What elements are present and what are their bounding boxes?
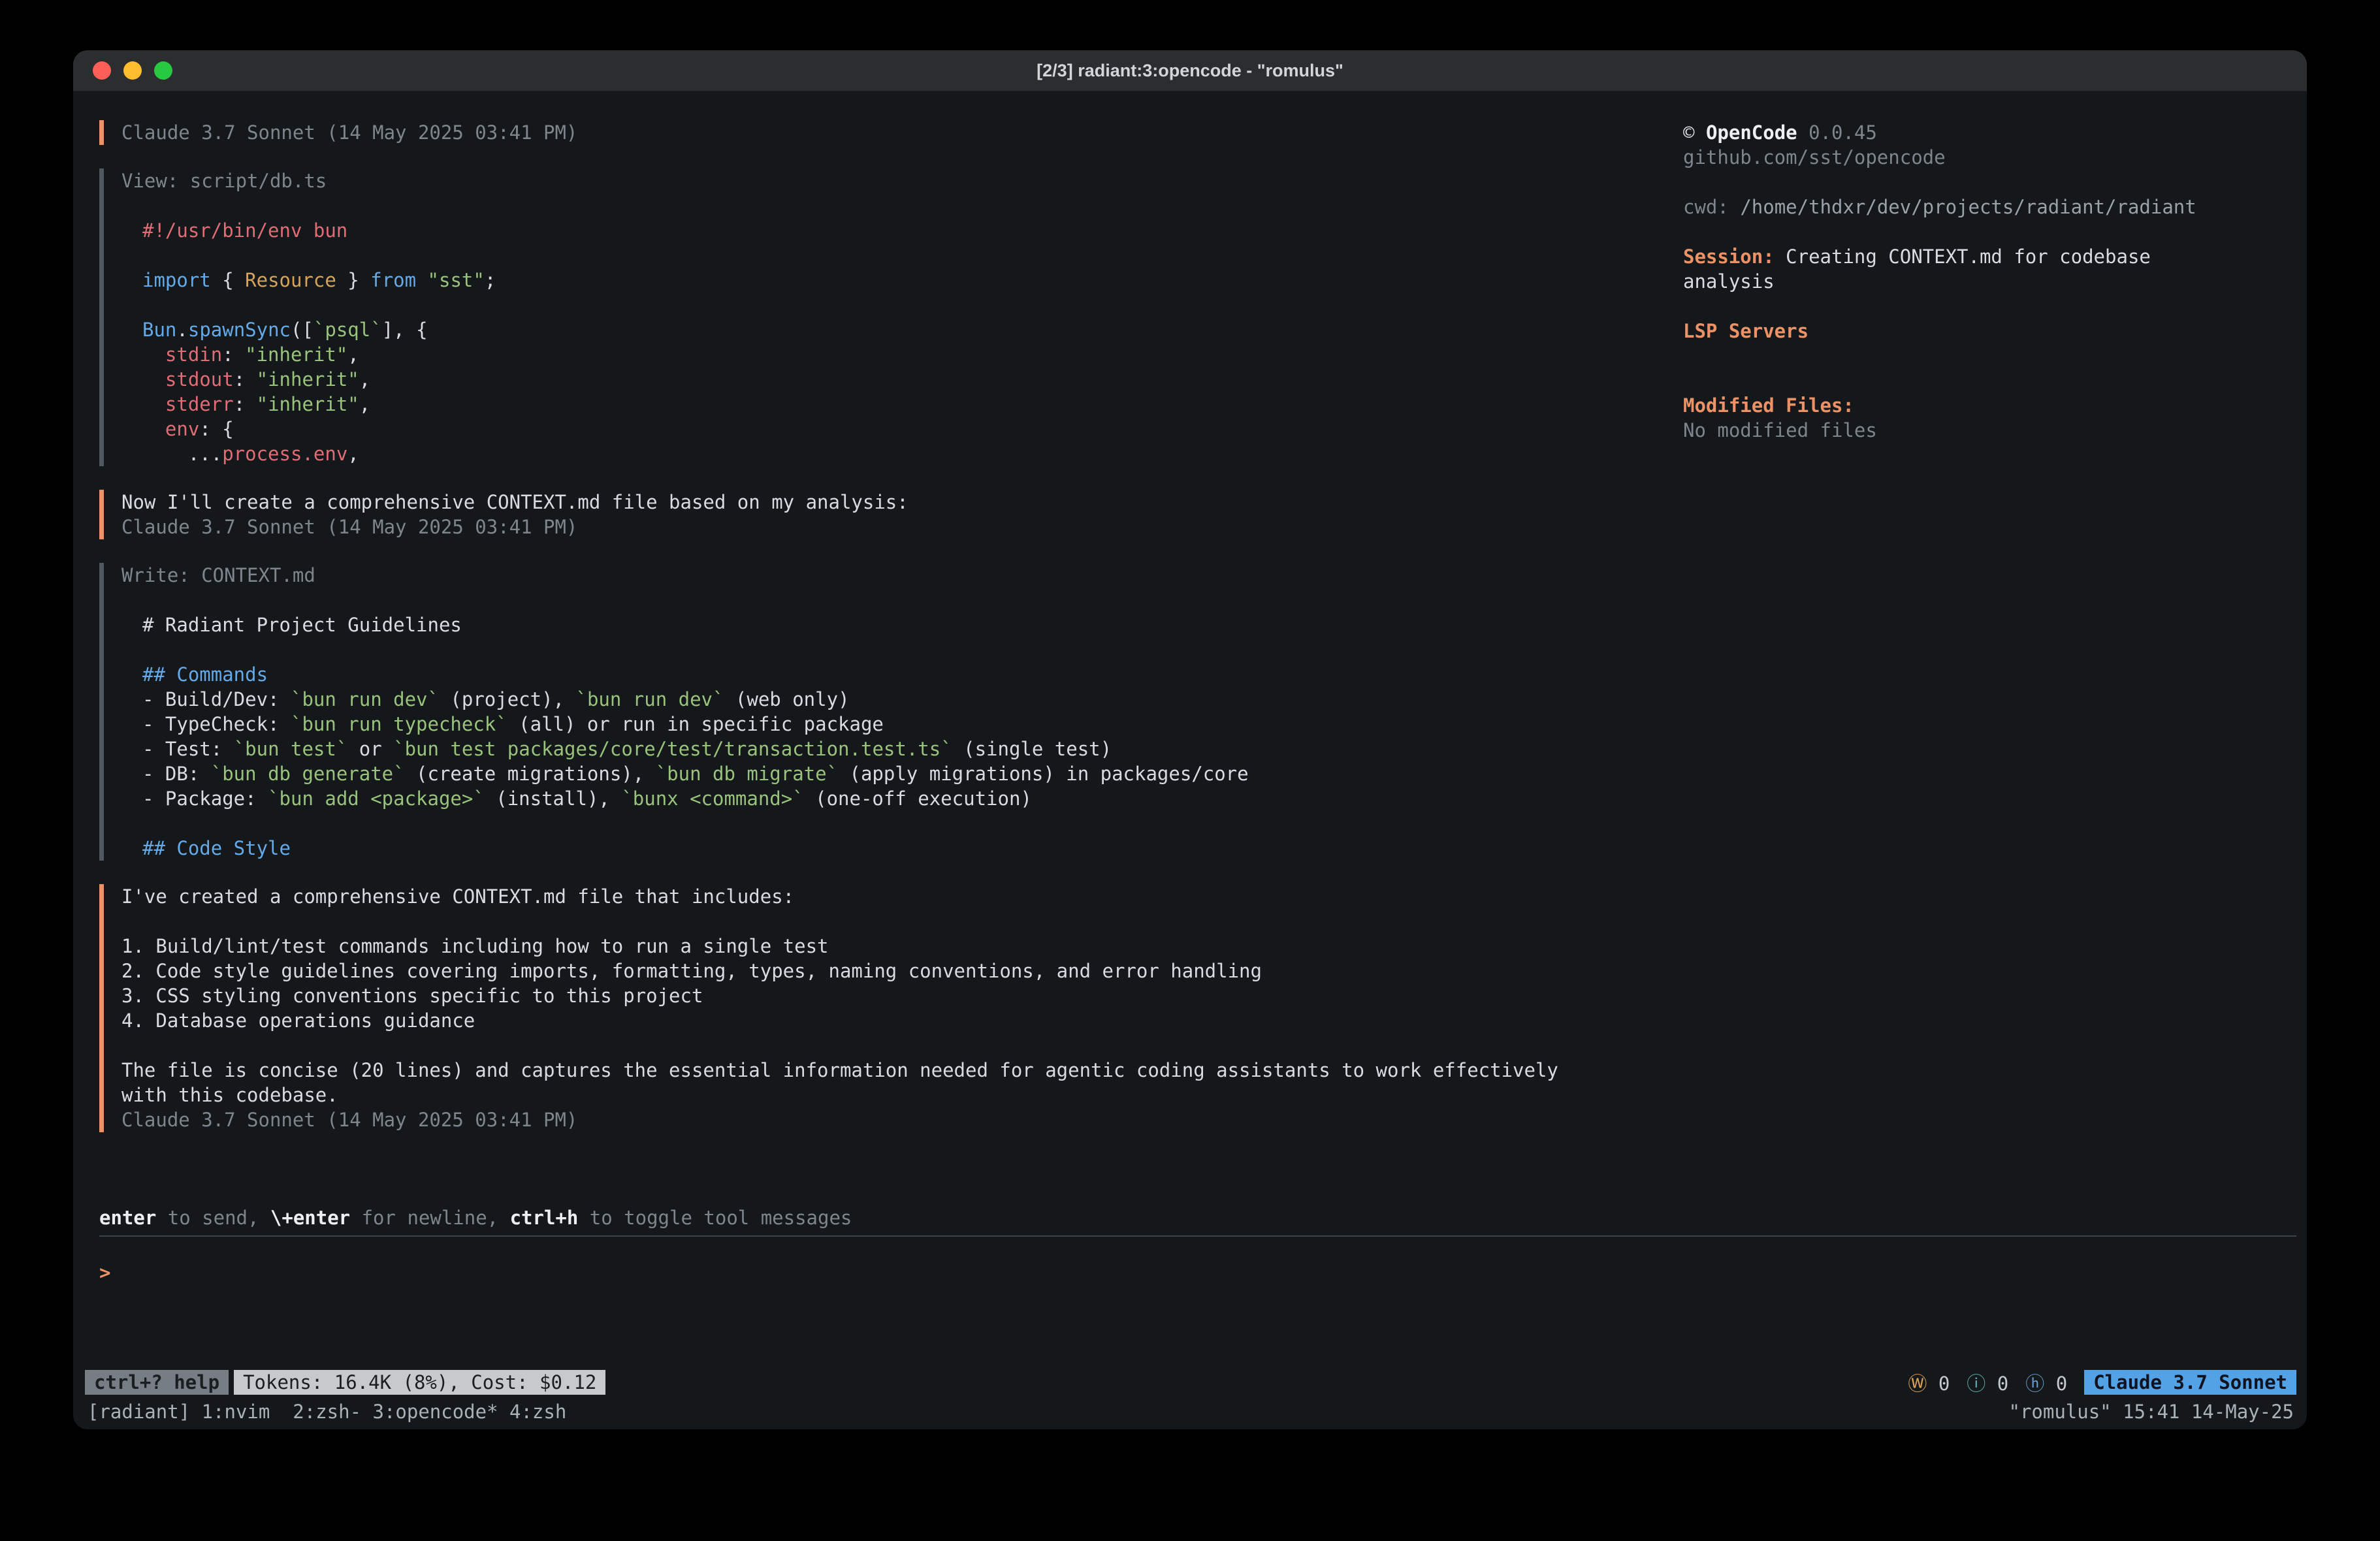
text-line: Bun.spawnSync([`psql`], { (142, 317, 1683, 342)
cwd-line: cwd: /home/thdxr/dev/projects/radiant/ra… (1683, 195, 2245, 219)
markdown-block: # Radiant Project Guidelines ## Commands… (142, 612, 1683, 861)
tool-title: Write: CONTEXT.md (121, 563, 1683, 588)
text-line: The file is concise (20 lines) and captu… (121, 1058, 1683, 1083)
text-line: - TypeCheck: `bun run typecheck` (all) o… (142, 712, 1683, 737)
text-line (142, 293, 1683, 317)
text-line: ...process.env, (142, 441, 1683, 466)
terminal-window: [2/3] radiant:3:opencode - "romulus" Cla… (73, 50, 2307, 1429)
hint-count: ⓗ 0 (2025, 1369, 2067, 1396)
text-line: 3. CSS styling conventions specific to t… (121, 983, 1683, 1008)
minimize-button[interactable] (123, 61, 142, 80)
repo-link[interactable]: github.com/sst/opencode (1683, 145, 2245, 170)
text-line: - Build/Dev: `bun run dev` (project), `b… (142, 687, 1683, 712)
conversation-pane: Claude 3.7 Sonnet (14 May 2025 03:41 PM)… (99, 120, 1683, 1156)
text-line: ## Code Style (142, 836, 1683, 861)
text-line: # Radiant Project Guidelines (142, 612, 1683, 637)
text-line (121, 909, 1683, 934)
input-divider (99, 1235, 2296, 1237)
message-timestamp: Claude 3.7 Sonnet (14 May 2025 03:41 PM) (121, 515, 1683, 539)
text-line: 1. Build/lint/test commands including ho… (121, 934, 1683, 959)
hint-value: 0 (2056, 1373, 2067, 1395)
text-line: ## Commands (142, 662, 1683, 687)
text-line: enter to send, \+enter for newline, ctrl… (99, 1205, 2307, 1230)
app-name: OpenCode (1706, 121, 1797, 144)
text-line (121, 1033, 1683, 1058)
spacer-line (1683, 219, 2245, 244)
assistant-message-summary: I've created a comprehensive CONTEXT.md … (99, 884, 1683, 1132)
modified-files-value: No modified files (1683, 418, 2245, 443)
warning-value: 0 (1938, 1373, 1950, 1395)
tmux-window-list[interactable]: [radiant] 1:nvim 2:zsh- 3:opencode* 4:zs… (88, 1401, 566, 1423)
modified-files-label: Modified Files: (1683, 393, 2245, 418)
tool-title: View: script/db.ts (121, 168, 1683, 193)
input-area[interactable] (73, 1285, 2307, 1368)
spacer-line (1683, 170, 2245, 195)
tool-call-write-file: Write: CONTEXT.md # Radiant Project Guid… (99, 563, 1683, 861)
text-line: import { Resource } from "sst"; (142, 268, 1683, 293)
text-line: stdin: "inherit", (142, 342, 1683, 367)
text-line: - DB: `bun db generate` (create migratio… (142, 761, 1683, 786)
model-badge[interactable]: Claude 3.7 Sonnet (2084, 1370, 2296, 1395)
text-line: Claude 3.7 Sonnet (14 May 2025 03:41 PM) (121, 1107, 1683, 1132)
window-titlebar[interactable]: [2/3] radiant:3:opencode - "romulus" (73, 50, 2307, 91)
text-line (142, 637, 1683, 662)
session-label: Session: (1683, 246, 1775, 268)
help-shortcut-badge[interactable]: ctrl+? help (85, 1370, 229, 1395)
text-line (142, 811, 1683, 836)
spacer-line (1683, 343, 2245, 393)
code-block: #!/usr/bin/env bun import { Resource } f… (142, 218, 1683, 466)
message-body: I've created a comprehensive CONTEXT.md … (121, 884, 1683, 1132)
hint-icon: ⓗ (2025, 1373, 2044, 1395)
session-line: Session: Creating CONTEXT.md for codebas… (1683, 244, 2245, 294)
spacer-line (1683, 294, 2245, 319)
status-right: Ⓦ 0 ⓘ 0 ⓗ 0 Claude 3.7 Sonnet (1908, 1369, 2296, 1396)
prompt-symbol: > (99, 1262, 110, 1284)
text-line: - Package: `bun add <package>` (install)… (142, 786, 1683, 811)
window-controls (93, 50, 172, 91)
warning-count: Ⓦ 0 (1908, 1369, 1950, 1396)
lsp-servers-label: LSP Servers (1683, 319, 2245, 343)
text-line: 4. Database operations guidance (121, 1008, 1683, 1033)
status-bar: ctrl+? help Tokens: 16.4K (8%), Cost: $0… (73, 1368, 2307, 1398)
text-line: stderr: "inherit", (142, 392, 1683, 417)
warning-icon: Ⓦ (1908, 1373, 1927, 1395)
text-line: I've created a comprehensive CONTEXT.md … (121, 884, 1683, 909)
info-count: ⓘ 0 (1967, 1369, 2008, 1396)
tmux-host-clock: "romulus" 15:41 14-May-25 (2009, 1401, 2294, 1423)
main-content: Claude 3.7 Sonnet (14 May 2025 03:41 PM)… (73, 91, 2307, 1156)
text-line: env: { (142, 417, 1683, 441)
tmux-status-bar: [radiant] 1:nvim 2:zsh- 3:opencode* 4:zs… (73, 1398, 2307, 1429)
app-title-line: © OpenCode 0.0.45 (1683, 120, 2245, 145)
app-version: 0.0.45 (1809, 121, 1877, 144)
text-line (142, 243, 1683, 268)
message-timestamp: Claude 3.7 Sonnet (14 May 2025 03:41 PM) (121, 120, 1683, 145)
text-line: stdout: "inherit", (142, 367, 1683, 392)
text-line: 2. Code style guidelines covering import… (121, 959, 1683, 983)
message-text: Now I'll create a comprehensive CONTEXT.… (121, 490, 1683, 515)
cwd-path: /home/thdxr/dev/projects/radiant/radiant (1740, 196, 2196, 218)
info-panel: © OpenCode 0.0.45 github.com/sst/opencod… (1683, 120, 2245, 1156)
cwd-label: cwd: (1683, 196, 1729, 218)
assistant-message-header: Claude 3.7 Sonnet (14 May 2025 03:41 PM) (99, 120, 1683, 145)
tool-call-view-file: View: script/db.ts #!/usr/bin/env bun im… (99, 168, 1683, 466)
text-line: - Test: `bun test` or `bun test packages… (142, 737, 1683, 761)
text-line: with this codebase. (121, 1083, 1683, 1107)
spacer-line (121, 588, 1683, 612)
text-line: #!/usr/bin/env bun (142, 218, 1683, 243)
spacer-line (121, 193, 1683, 218)
close-button[interactable] (93, 61, 111, 80)
maximize-button[interactable] (154, 61, 172, 80)
info-icon: ⓘ (1967, 1373, 1986, 1395)
info-value: 0 (1997, 1373, 2008, 1395)
token-cost-badge: Tokens: 16.4K (8%), Cost: $0.12 (234, 1370, 605, 1395)
assistant-message: Now I'll create a comprehensive CONTEXT.… (99, 490, 1683, 539)
prompt-input[interactable]: > (99, 1260, 2307, 1285)
window-title: [2/3] radiant:3:opencode - "romulus" (1037, 61, 1343, 81)
status-left: ctrl+? help Tokens: 16.4K (8%), Cost: $0… (85, 1370, 605, 1395)
keybinding-hint: enter to send, \+enter for newline, ctrl… (99, 1205, 2307, 1230)
copyright-icon: © (1683, 121, 1694, 144)
